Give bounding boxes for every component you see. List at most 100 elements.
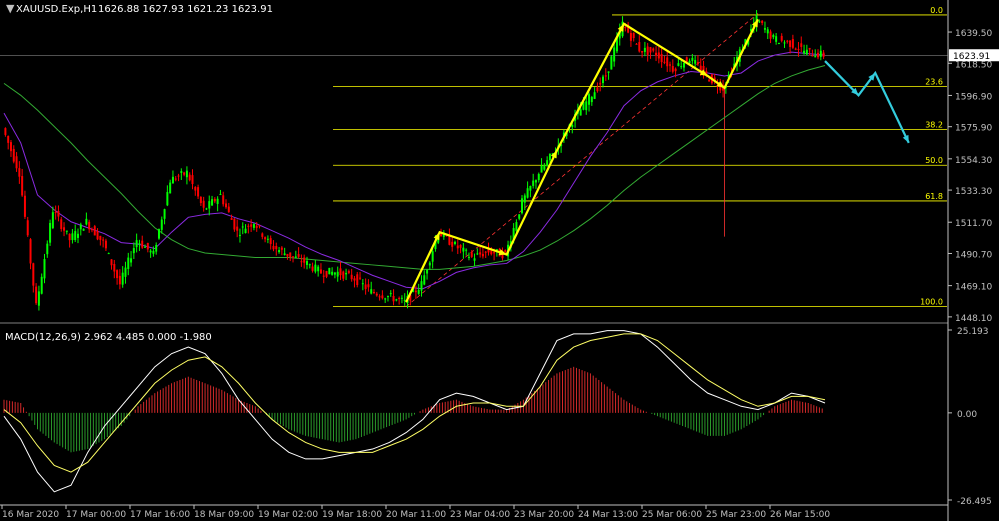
candle-body	[345, 273, 348, 275]
candle-body	[769, 31, 772, 39]
candle-body	[297, 254, 300, 257]
candle-body	[347, 271, 350, 273]
candle-body	[96, 231, 99, 240]
candle-body	[118, 275, 121, 285]
candle-body	[462, 247, 465, 252]
candle-body	[601, 76, 604, 84]
candle-body	[635, 43, 638, 45]
candle-body	[685, 57, 688, 62]
candle-body	[490, 250, 493, 255]
time-tick-label: 19 Mar 02:00	[258, 510, 318, 520]
candle-body	[677, 63, 680, 66]
candle-body	[339, 268, 342, 276]
candle-body	[543, 164, 546, 170]
candle-body	[476, 253, 479, 255]
candle-body	[342, 271, 345, 279]
candle-body	[794, 48, 797, 50]
candle-body	[613, 47, 616, 62]
candle-body	[275, 246, 278, 250]
candle-body	[389, 293, 392, 295]
candle-body	[484, 251, 487, 253]
fib-level-label: 23.6	[925, 77, 943, 86]
candle-body	[311, 266, 314, 271]
candle-body	[378, 296, 381, 298]
candle-body	[127, 257, 130, 270]
candle-body	[537, 174, 540, 181]
candle-body	[314, 264, 317, 272]
candle-body	[261, 233, 264, 237]
candle-body	[763, 28, 766, 30]
candle-body	[373, 291, 376, 293]
candle-body	[375, 293, 378, 296]
candle-body	[250, 224, 253, 227]
candle-body	[777, 42, 780, 44]
candle-body	[37, 291, 40, 306]
candle-body	[579, 109, 582, 116]
candle-body	[180, 171, 183, 173]
ohlc-label: 1626.88 1627.93 1621.23 1623.91	[98, 4, 273, 15]
candle-body	[384, 298, 387, 300]
candle-body	[426, 269, 429, 274]
candle-body	[51, 212, 54, 229]
candle-body	[152, 250, 155, 254]
pattern-arrow-path	[405, 18, 759, 303]
candle-body	[211, 199, 214, 206]
candle-body	[398, 297, 401, 299]
candle-body	[663, 61, 666, 63]
candle-body	[23, 195, 26, 217]
candle-body	[643, 47, 646, 52]
candle-body	[85, 218, 88, 225]
candle-body	[367, 284, 370, 288]
candle-body	[90, 229, 93, 231]
candle-body	[325, 271, 328, 277]
candle-body	[233, 218, 236, 230]
candle-body	[238, 234, 241, 236]
candle-body	[60, 219, 63, 230]
current-price-label: 1623.91	[953, 52, 990, 62]
candle-body	[68, 233, 71, 241]
candle-body	[359, 277, 362, 279]
candle-body	[590, 97, 593, 103]
candle-body	[322, 275, 325, 277]
candle-body	[317, 266, 320, 272]
candle-body	[213, 198, 216, 202]
time-tick-label: 18 Mar 09:00	[194, 510, 254, 520]
candle-body	[319, 269, 322, 274]
candle-body	[428, 262, 431, 266]
candle-body	[9, 142, 12, 152]
candle-body	[680, 66, 683, 68]
candle-body	[632, 32, 635, 39]
candle-body	[79, 224, 82, 230]
candle-body	[177, 175, 180, 177]
candle-body	[146, 242, 149, 250]
candle-body	[205, 208, 208, 210]
candle-body	[356, 274, 359, 286]
candle-body	[649, 47, 652, 53]
candle-body	[77, 233, 80, 238]
pattern-arrows	[405, 18, 910, 303]
candle-body	[174, 178, 177, 180]
candle-body	[610, 56, 613, 70]
candle-body	[350, 274, 353, 280]
candle-body	[116, 270, 119, 279]
candle-body	[666, 57, 669, 67]
candle-body	[470, 252, 473, 257]
candle-body	[194, 187, 197, 191]
candle-body	[18, 168, 21, 177]
candle-body	[361, 283, 364, 285]
candle-body	[691, 57, 694, 61]
candle-body	[453, 241, 456, 244]
candle-body	[252, 224, 255, 228]
candle-body	[222, 195, 225, 205]
trend-dash-line	[405, 13, 759, 307]
time-tick-label: 25 Mar 23:00	[706, 510, 766, 520]
time-tick-label: 24 Mar 13:00	[578, 510, 638, 520]
chart-header: ▼ XAUUSD.Exp,H1 1626.88 1627.93 1621.23 …	[5, 2, 273, 343]
candle-body	[328, 267, 331, 275]
candle-body	[529, 186, 532, 191]
candle-body	[110, 259, 113, 266]
signal-line	[3, 333, 826, 473]
candle-body	[585, 101, 588, 111]
time-tick-label: 16 Mar 2020	[2, 510, 59, 520]
candle-body	[104, 240, 107, 249]
